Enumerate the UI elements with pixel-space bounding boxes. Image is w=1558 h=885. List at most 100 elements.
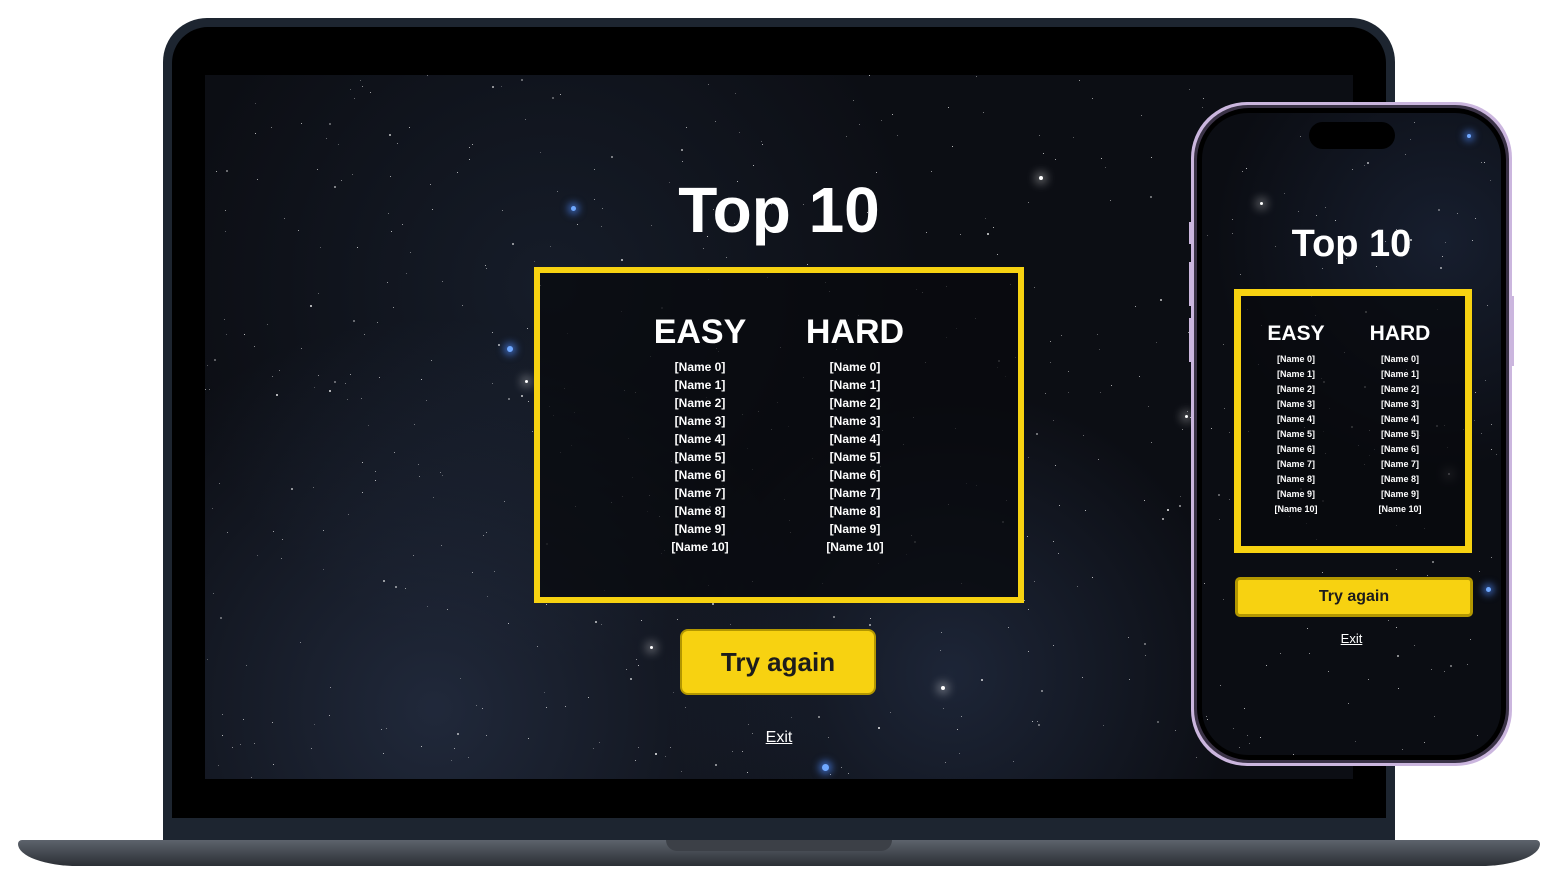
star <box>1364 165 1365 166</box>
star <box>487 596 488 597</box>
easy-list: [Name 0] [Name 1] [Name 2] [Name 3] [Nam… <box>640 358 760 556</box>
exit-link-label[interactable]: Exit <box>1341 631 1363 646</box>
list-item: [Name 2] <box>829 396 881 410</box>
star <box>1196 757 1197 758</box>
list-item: [Name 3] <box>1276 399 1315 409</box>
list-item: [Name 4] <box>674 432 726 446</box>
star <box>601 624 602 625</box>
bright-star <box>941 686 945 690</box>
star <box>329 715 330 716</box>
star <box>301 348 302 349</box>
star <box>1038 724 1040 726</box>
star <box>1059 505 1060 506</box>
star <box>1266 665 1267 666</box>
page-title: Top 10 <box>678 174 880 246</box>
star <box>504 501 505 502</box>
star <box>1348 703 1349 704</box>
star <box>1203 98 1204 99</box>
star <box>540 152 541 153</box>
star <box>282 539 283 540</box>
star <box>1280 653 1281 654</box>
star <box>387 282 388 283</box>
star <box>1444 671 1445 672</box>
star <box>521 79 523 81</box>
star <box>1487 305 1488 306</box>
star <box>1189 89 1190 90</box>
list-item: [Name 2] <box>1380 384 1419 394</box>
star <box>357 247 358 248</box>
easy-column: EASY [Name 0] [Name 1] [Name 2] [Name 3]… <box>1255 322 1337 517</box>
star <box>492 86 494 88</box>
star <box>1491 449 1492 450</box>
star <box>1481 162 1482 163</box>
star <box>379 377 380 378</box>
star <box>486 532 487 533</box>
list-item: [Name 6] <box>1276 444 1315 454</box>
star <box>501 86 502 87</box>
star <box>360 80 361 81</box>
star <box>1438 209 1440 211</box>
star <box>841 767 842 768</box>
list-item: [Name 6] <box>1380 444 1419 454</box>
star <box>1322 268 1323 269</box>
star <box>1028 457 1029 458</box>
star <box>310 305 312 307</box>
star <box>1335 220 1336 221</box>
star <box>1309 653 1310 654</box>
star <box>732 751 733 752</box>
star <box>1027 536 1028 537</box>
easy-column: EASY [Name 0] [Name 1] [Name 2] [Name 3]… <box>640 313 760 556</box>
star <box>1376 266 1377 267</box>
star <box>1041 690 1043 692</box>
star <box>1355 741 1356 742</box>
star <box>377 322 378 323</box>
star <box>317 169 318 170</box>
star <box>267 324 268 325</box>
star <box>1179 505 1181 507</box>
star <box>1151 442 1152 443</box>
star <box>1240 274 1241 275</box>
star <box>1475 218 1476 219</box>
try-again-button[interactable]: Try again <box>680 629 876 695</box>
try-again-button[interactable]: Try again <box>1235 577 1473 617</box>
star <box>350 374 351 375</box>
star <box>1491 424 1492 425</box>
star <box>673 692 674 693</box>
star <box>1396 569 1397 570</box>
star <box>1322 572 1323 573</box>
star <box>273 764 274 765</box>
star <box>348 514 349 515</box>
star <box>1229 499 1230 500</box>
star <box>747 772 748 773</box>
list-item: [Name 4] <box>1276 414 1315 424</box>
star <box>655 753 657 755</box>
star <box>483 535 484 536</box>
star <box>1028 609 1029 610</box>
list-item: [Name 9] <box>674 522 726 536</box>
star <box>313 487 314 488</box>
star <box>670 747 671 748</box>
star <box>1013 761 1014 762</box>
star <box>593 748 594 749</box>
star <box>534 261 535 262</box>
star <box>1148 406 1149 407</box>
star <box>320 247 321 248</box>
star <box>1432 561 1434 563</box>
star <box>1207 719 1208 720</box>
star <box>1325 207 1326 208</box>
star <box>469 159 470 160</box>
star <box>1053 541 1054 542</box>
star <box>354 98 355 99</box>
star <box>730 624 731 625</box>
star <box>1036 433 1038 435</box>
exit-link-label[interactable]: Exit <box>766 729 793 746</box>
star <box>207 659 208 660</box>
star <box>1182 429 1183 430</box>
bright-star <box>822 764 829 771</box>
star <box>1316 215 1317 216</box>
star <box>682 161 683 162</box>
star <box>276 394 278 396</box>
star <box>1490 120 1491 121</box>
star <box>419 476 420 477</box>
star <box>447 609 448 610</box>
